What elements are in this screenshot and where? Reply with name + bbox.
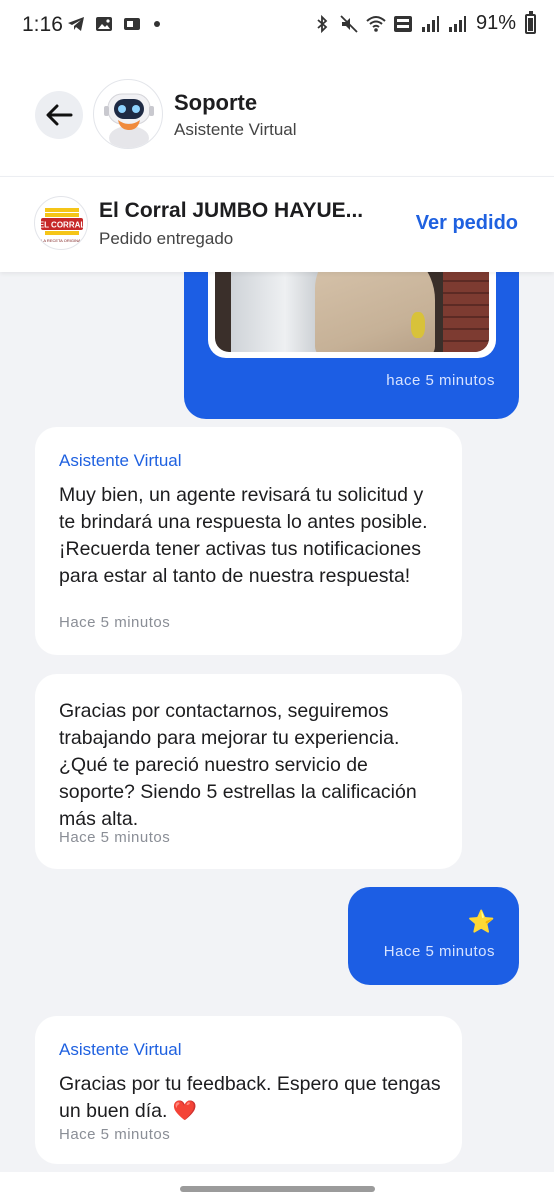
chat-header: Soporte Asistente Virtual	[0, 52, 554, 176]
photo-frame	[208, 272, 496, 358]
message-time: Hace 5 minutos	[59, 1126, 171, 1143]
sender-name: Asistente Virtual	[59, 1040, 182, 1059]
order-status: Pedido entregado	[99, 229, 234, 248]
page-subtitle: Asistente Virtual	[174, 120, 297, 139]
outgoing-rating-message: ⭐ Hace 5 minutos	[348, 887, 519, 985]
star-icon: ⭐	[467, 909, 495, 934]
navigation-bar	[0, 1172, 554, 1200]
incoming-message: Asistente Virtual Muy bien, un agente re…	[35, 427, 462, 655]
system-icons: 91%	[312, 10, 536, 35]
status-bar: 1:16 91%	[0, 0, 554, 52]
restaurant-logo: EL CORRAL LA RECETA ORIGINAL	[34, 196, 88, 250]
robot-icon	[104, 93, 154, 148]
bot-avatar	[93, 79, 163, 149]
restaurant-name: El Corral JUMBO HAYUE...	[99, 199, 364, 222]
notification-icons	[66, 14, 160, 34]
message-time: Hace 5 minutos	[59, 829, 171, 846]
message-text: Muy bien, un agente revisará tu solicitu…	[59, 484, 428, 587]
el-corral-logo: EL CORRAL LA RECETA ORIGINAL	[39, 208, 86, 243]
more-notifications-dot	[154, 21, 160, 27]
telegram-icon	[68, 17, 84, 31]
message-time: Hace 5 minutos	[383, 943, 495, 960]
message-text: Gracias por tu feedback. Espero que teng…	[59, 1073, 441, 1122]
wifi-icon	[366, 15, 386, 32]
outgoing-image-message: hace 5 minutos	[184, 272, 519, 419]
message-icon	[124, 18, 140, 30]
incoming-message: Asistente Virtual Gracias por tu feedbac…	[35, 1016, 462, 1164]
message-time: Hace 5 minutos	[59, 614, 171, 631]
battery-percentage: 91%	[475, 12, 516, 34]
signal-icon	[421, 15, 439, 32]
incoming-message: Gracias por contactarnos, seguiremos tra…	[35, 674, 462, 869]
battery-icon	[525, 10, 536, 34]
bluetooth-icon	[317, 14, 328, 33]
mute-icon	[340, 14, 358, 33]
attached-photo[interactable]	[215, 272, 489, 352]
sender-name: Asistente Virtual	[59, 451, 182, 470]
status-time: 1:16	[22, 13, 63, 36]
signal-2-icon	[448, 15, 466, 32]
back-button[interactable]	[35, 91, 83, 139]
home-indicator[interactable]	[180, 1186, 375, 1192]
chat-messages[interactable]: hace 5 minutos Asistente Virtual Muy bie…	[0, 272, 554, 1172]
message-time: hace 5 minutos	[386, 372, 495, 389]
logo-text-bottom: LA RECETA ORIGINAL	[41, 238, 83, 243]
volte-icon	[393, 15, 412, 32]
gallery-icon	[96, 17, 112, 31]
message-text: Gracias por contactarnos, seguiremos tra…	[59, 700, 417, 830]
arrow-left-icon	[46, 104, 73, 126]
view-order-button[interactable]: Ver pedido	[416, 212, 518, 235]
logo-text-top: EL CORRAL	[39, 221, 86, 230]
order-banner: EL CORRAL LA RECETA ORIGINAL El Corral J…	[0, 176, 554, 272]
page-title: Soporte	[174, 90, 258, 115]
